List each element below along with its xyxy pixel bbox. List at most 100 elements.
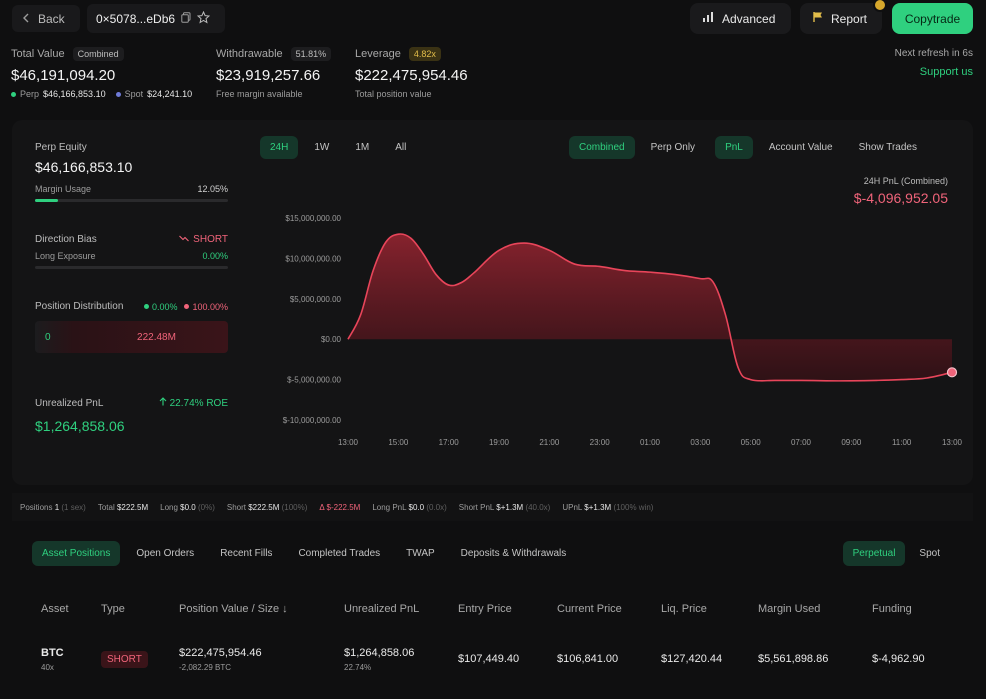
positions-tabs: Asset Positions Open Orders Recent Fills… [32, 541, 576, 566]
col-position-value[interactable]: Position Value / Size ↓ [179, 603, 288, 615]
stat-short-pnl-sub: (40.0x) [525, 502, 551, 512]
stat-short-value: $222.5M [248, 502, 280, 512]
x-tick-label: 23:00 [590, 438, 611, 447]
top-bar: Back 0×5078...eDb6 Advanced Report Copyt… [0, 0, 986, 38]
refresh-timer: Next refresh in 6s [894, 48, 973, 59]
y-tick-label: $-5,000,000.00 [287, 376, 341, 385]
tab-spot[interactable]: Spot [909, 541, 950, 566]
stat-total-value: $222.5M [116, 502, 149, 512]
tab-twap[interactable]: TWAP [396, 541, 445, 566]
total-value: $46,191,094.20 [11, 67, 116, 84]
x-tick-label: 21:00 [539, 438, 560, 447]
leverage-block: Leverage 4.82x $222,475,954.46 Total posi… [355, 47, 468, 99]
withdrawable-value: $23,919,257.66 [216, 67, 321, 84]
y-tick-label: $-10,000,000.00 [283, 416, 342, 425]
pnl-chart[interactable]: $15,000,000.00 $10,000,000.00 $5,000,000.0… [12, 120, 973, 485]
stat-short-sub: (100%) [281, 502, 308, 512]
perp-dot-icon [11, 91, 16, 97]
x-tick-label: 11:00 [892, 438, 912, 447]
copy-icon[interactable] [181, 11, 191, 26]
leverage-tag: 4.82x [408, 47, 441, 61]
market-tabs: Perpetual Spot [842, 541, 950, 566]
stat-upnl-value: $+1.3M [584, 502, 612, 512]
withdrawable-block: Withdrawable 51.81% $23,919,257.66 Free m… [216, 47, 332, 99]
x-tick-label: 13:00 [338, 438, 359, 447]
y-tick-label: $10,000,000.00 [285, 254, 341, 263]
stat-delta: Δ $-222.5M [319, 502, 361, 512]
stat-positions-label: Positions [20, 502, 53, 512]
tab-completed-trades[interactable]: Completed Trades [288, 541, 390, 566]
current-point-marker[interactable] [946, 367, 958, 378]
total-value-block: Total Value Combined $46,191,094.20 Perp … [11, 47, 192, 99]
x-tick-label: 09:00 [841, 438, 862, 447]
x-tick-label: 03:00 [690, 438, 711, 447]
stat-short-pnl-value: $+1.3M [496, 502, 524, 512]
row-size: -2,082.29 BTC [179, 663, 232, 672]
stat-positions-value: 1 [54, 502, 60, 512]
star-icon[interactable] [196, 10, 211, 27]
address-box: 0×5078...eDb6 [87, 4, 225, 33]
stat-long-pnl-label: Long PnL [372, 502, 407, 512]
row-margin-used: $5,561,898.86 [758, 653, 829, 665]
advanced-label: Advanced [722, 11, 776, 26]
col-unrealized-pnl[interactable]: Unrealized PnL [344, 603, 419, 615]
spot-value: $24,241.10 [147, 89, 193, 99]
y-tick-label: $5,000,000.00 [290, 295, 342, 304]
stat-short-label: Short [226, 502, 246, 512]
row-upnl-pct: 22.74% [344, 663, 372, 672]
back-label: Back [38, 11, 65, 26]
stat-upnl-sub: (100% win) [613, 502, 654, 512]
tab-perpetual[interactable]: Perpetual [842, 541, 906, 566]
stat-total-label: Total [97, 502, 115, 512]
col-current-price[interactable]: Current Price [557, 603, 622, 615]
x-tick-label: 07:00 [791, 438, 812, 447]
stat-long-sub: (0%) [197, 502, 215, 512]
x-tick-label: 19:00 [489, 438, 510, 447]
support-link[interactable]: Support us [920, 66, 973, 78]
row-entry-price: $107,449.40 [458, 653, 520, 665]
withdrawable-label: Withdrawable [216, 48, 283, 60]
row-upnl: $1,264,858.06 [344, 647, 415, 659]
row-leverage: 40x [41, 663, 54, 672]
y-tick-label: $15,000,000.00 [285, 214, 341, 223]
row-current-price: $106,841.00 [557, 653, 619, 665]
row-position-value: $222,475,954.46 [179, 647, 262, 659]
copytrade-button[interactable]: Copytrade [892, 3, 973, 34]
col-liq-price[interactable]: Liq. Price [661, 603, 707, 615]
row-asset: BTC [41, 647, 64, 659]
col-asset[interactable]: Asset [41, 603, 69, 615]
tab-open-orders[interactable]: Open Orders [126, 541, 204, 566]
tab-asset-positions[interactable]: Asset Positions [32, 541, 121, 566]
stat-long-value: $0.0 [180, 502, 196, 512]
x-tick-label: 01:00 [640, 438, 661, 447]
back-button[interactable]: Back [12, 5, 80, 32]
col-funding[interactable]: Funding [872, 603, 912, 615]
advanced-button[interactable]: Advanced [690, 3, 791, 34]
main-panel: Perp Equity $46,166,853.10 Margin Usage … [12, 120, 973, 485]
stat-upnl-label: UPnL [562, 502, 583, 512]
leverage-sub: Total position value [355, 89, 432, 99]
stat-short-pnl-label: Short PnL [458, 502, 495, 512]
stat-long-pnl-sub: (0.0x) [426, 502, 447, 512]
x-tick-label: 15:00 [388, 438, 409, 447]
col-margin-used[interactable]: Margin Used [758, 603, 820, 615]
report-label: Report [831, 11, 868, 26]
y-tick-label: $0.00 [321, 335, 342, 344]
stat-long-label: Long [160, 502, 178, 512]
col-entry-price[interactable]: Entry Price [458, 603, 512, 615]
col-type[interactable]: Type [101, 603, 125, 615]
leverage-value: $222,475,954.46 [355, 67, 468, 84]
spot-dot-icon [115, 91, 121, 97]
perp-label: Perp [20, 89, 40, 99]
x-tick-label: 17:00 [439, 438, 460, 447]
row-funding: $-4,962.90 [872, 653, 925, 665]
tab-deposits-withdrawals[interactable]: Deposits & Withdrawals [451, 541, 577, 566]
row-type-badge: SHORT [101, 651, 148, 668]
combined-tag: Combined [72, 47, 124, 61]
report-button[interactable]: Report [800, 3, 882, 34]
withdrawable-tag: 51.81% [290, 47, 332, 61]
x-tick-label: 05:00 [741, 438, 762, 447]
bar-chart-icon [702, 11, 715, 26]
tab-recent-fills[interactable]: Recent Fills [210, 541, 282, 566]
x-tick-label: 13:00 [942, 438, 963, 447]
